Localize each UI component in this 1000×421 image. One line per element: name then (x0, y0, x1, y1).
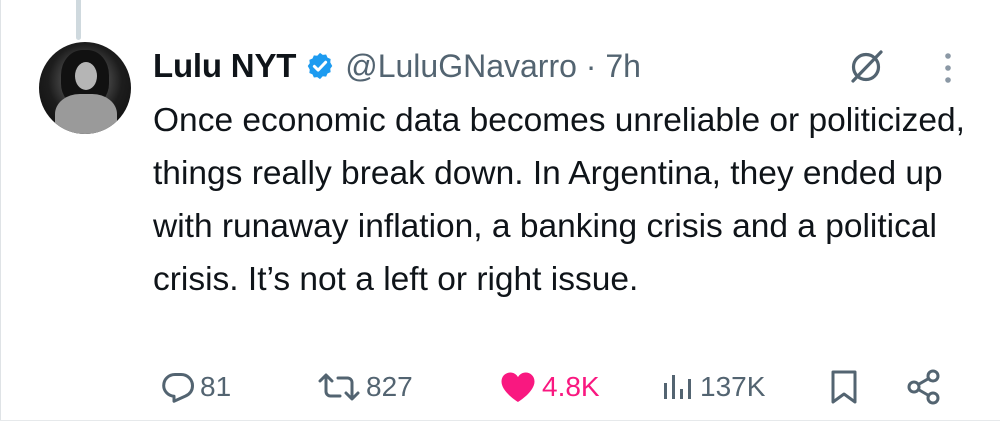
grok-icon[interactable] (846, 46, 886, 86)
tweet-text: Once economic data becomes unreliable or… (153, 102, 965, 298)
thread-connector-line (76, 0, 81, 40)
more-icon[interactable] (938, 50, 958, 86)
reply-button[interactable]: 81 (160, 362, 231, 412)
verified-badge-icon[interactable] (305, 51, 335, 81)
repost-count: 827 (366, 371, 413, 402)
tweet-header: Lulu NYT @LuluGNavarro · 7h (153, 42, 641, 90)
bookmark-button[interactable] (828, 362, 860, 412)
share-icon (907, 369, 940, 405)
views-icon (664, 375, 691, 399)
reply-icon (162, 373, 194, 403)
author-handle-time[interactable]: @LuluGNavarro · 7h (345, 48, 641, 85)
share-button[interactable] (905, 362, 943, 412)
like-button[interactable]: 4.8K (498, 362, 600, 412)
tweet-actions: 81 827 4.8K 137K (0, 362, 1000, 412)
like-count: 4.8K (542, 371, 600, 402)
bookmark-icon (831, 370, 857, 404)
views-count: 137K (700, 371, 766, 402)
repost-icon (318, 373, 360, 401)
author-name[interactable]: Lulu NYT (153, 47, 296, 85)
like-icon (501, 372, 535, 402)
reply-count: 81 (200, 371, 232, 402)
avatar[interactable] (39, 42, 131, 134)
timeline-border (0, 0, 1, 421)
views-button[interactable]: 137K (660, 362, 765, 412)
repost-button[interactable]: 827 (316, 362, 413, 412)
